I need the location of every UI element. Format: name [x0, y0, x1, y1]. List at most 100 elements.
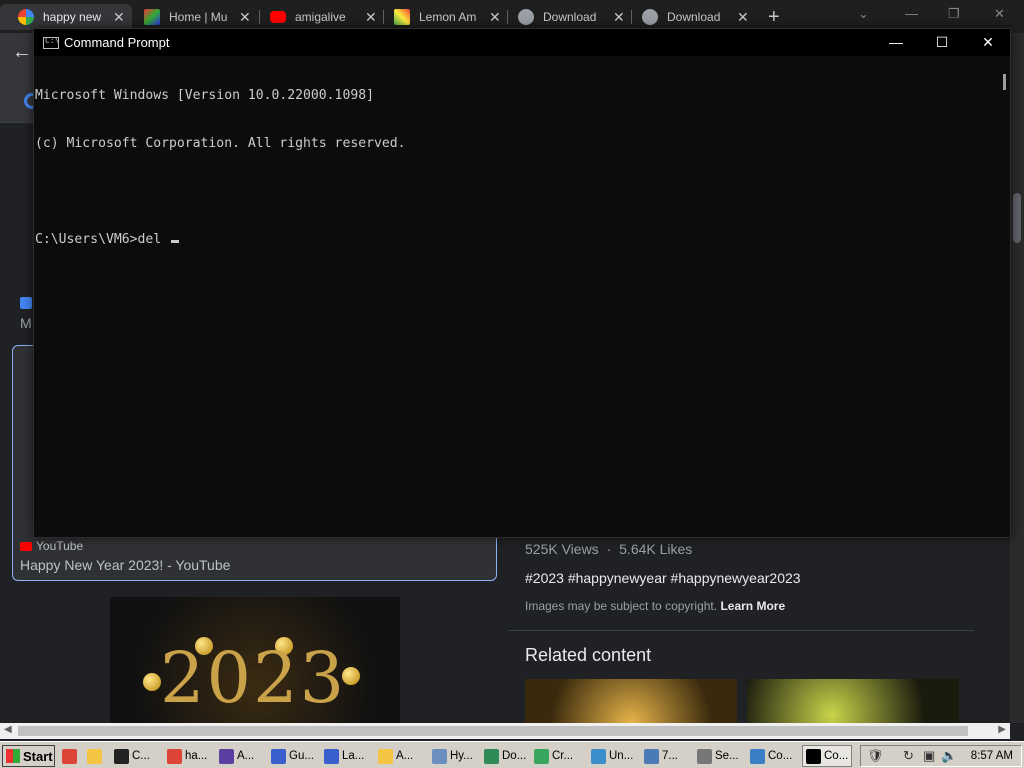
refresh-icon[interactable]: ↻	[903, 748, 914, 764]
cmd-icon-text: C:\	[45, 35, 60, 45]
taskbar-item[interactable]: La...	[324, 745, 364, 767]
close-button[interactable]: ✕	[965, 29, 1011, 56]
start-button[interactable]: Start	[2, 745, 55, 767]
system-tray: 🛡 ↻ ▣ 🔈 8:57 AM	[860, 745, 1022, 767]
views-count: 525K Views	[525, 541, 599, 557]
taskbar-item-label: C...	[132, 750, 150, 762]
console-output[interactable]: Microsoft Windows [Version 10.0.22000.10…	[34, 56, 1000, 537]
security-shield-icon[interactable]: 🛡	[867, 748, 884, 764]
tab-lemon[interactable]: Lemon Am ✕	[376, 4, 506, 30]
taskbar-item[interactable]: Un...	[591, 745, 633, 767]
site-favicon-icon	[20, 297, 32, 309]
taskbar-item[interactable]: Gu...	[271, 745, 314, 767]
minimize-icon[interactable]: —	[905, 6, 918, 21]
result-source[interactable]: YouTube	[20, 539, 83, 553]
download-icon	[484, 748, 499, 764]
taskbar-item-label: ha...	[185, 750, 208, 762]
cmd-title-bar[interactable]: C:\ Command Prompt — ☐ ✕	[34, 29, 1010, 56]
taskbar-item[interactable]: C...	[114, 745, 150, 767]
globe-icon	[518, 9, 534, 25]
scroll-left-icon[interactable]: ◀	[4, 724, 12, 735]
close-tab-icon[interactable]: ✕	[113, 9, 125, 26]
scroll-right-icon[interactable]: ▶	[998, 724, 1006, 735]
taskbar-item-label: La...	[342, 750, 365, 762]
console-line: (c) Microsoft Corporation. All rights re…	[35, 136, 406, 151]
taskbar-item[interactable]	[87, 745, 105, 767]
taskbar-item-label: Se...	[715, 750, 739, 762]
scrollbar-thumb[interactable]	[1013, 193, 1021, 243]
new-tab-button[interactable]: +	[768, 6, 780, 29]
horizontal-scrollbar[interactable]: ◀ ▶	[0, 723, 1010, 739]
learn-more-link[interactable]: Learn More	[720, 599, 785, 613]
tab-home[interactable]: Home | Mu ✕	[126, 4, 256, 30]
cmd-scrollbar-thumb[interactable]	[1003, 74, 1006, 90]
taskbar-item[interactable]: ha...	[167, 745, 207, 767]
close-tab-icon[interactable]: ✕	[613, 9, 625, 26]
taskbar-item-label: A...	[237, 750, 255, 762]
doc-icon	[432, 748, 447, 764]
tab-happy-new[interactable]: happy new ✕	[0, 4, 132, 30]
taskbar-item-label: Do...	[502, 750, 527, 762]
close-tab-icon[interactable]: ✕	[365, 9, 377, 26]
tab-download-1[interactable]: Download ✕	[500, 4, 630, 30]
tab-label: Download	[543, 10, 597, 24]
command-prompt-window[interactable]: C:\ Command Prompt — ☐ ✕ Microsoft Windo…	[33, 28, 1011, 538]
side-result-label: M	[20, 315, 32, 331]
taskbar-item-label: Gu...	[289, 750, 314, 762]
maximize-button[interactable]: ☐	[919, 29, 965, 56]
taskbar-item[interactable]: Co...	[750, 745, 792, 767]
copyright-text: Images may be subject to copyright.	[525, 599, 718, 613]
taskbar-item[interactable]: Se...	[697, 745, 739, 767]
taskbar-item[interactable]: 7...	[644, 745, 678, 767]
likes-count: 5.64K Likes	[619, 541, 693, 557]
taskbar-item[interactable]	[62, 745, 80, 767]
site-icon	[144, 9, 160, 25]
notepad-icon	[271, 748, 286, 764]
year-text: 2023	[160, 637, 347, 719]
tab-label: amigalive	[295, 10, 346, 24]
7zip-icon	[114, 748, 129, 764]
tab-label: happy new	[43, 10, 102, 24]
tab-search-icon[interactable]: ⌄	[858, 6, 869, 22]
close-tab-icon[interactable]: ✕	[737, 9, 749, 26]
taskbar-item-label: A...	[396, 750, 414, 762]
close-tab-icon[interactable]: ✕	[489, 9, 501, 26]
network-icon[interactable]: ▣	[923, 748, 935, 764]
globe-icon	[642, 9, 658, 25]
taskbar-item[interactable]: A...	[219, 745, 254, 767]
taskbar-item[interactable]: Cr...	[534, 745, 573, 767]
related-thumbnail-1[interactable]	[525, 679, 737, 724]
taskbar-item[interactable]: A...	[378, 745, 413, 767]
google-icon	[18, 9, 34, 25]
minimize-button[interactable]: —	[873, 29, 919, 56]
taskbar-item[interactable]: Hy...	[432, 745, 473, 767]
close-icon[interactable]: ✕	[994, 6, 1005, 22]
youtube-icon	[20, 541, 32, 551]
close-tab-icon[interactable]: ✕	[239, 9, 251, 26]
computer-icon	[644, 748, 659, 764]
result-title[interactable]: Happy New Year 2023! - YouTube	[20, 557, 230, 573]
cmd-scrollbar[interactable]	[1000, 56, 1010, 537]
back-arrow-icon[interactable]: ←	[12, 41, 32, 64]
tab-amigalive[interactable]: amigalive ✕	[252, 4, 382, 30]
taskbar-item-label: Co...	[768, 750, 793, 762]
chrome-icon	[167, 748, 182, 764]
hashtags[interactable]: #2023 #happynewyear #happynewyear2023	[525, 570, 801, 586]
start-label: Start	[23, 748, 53, 764]
restore-icon[interactable]: ❐	[948, 6, 960, 22]
page-scrollbar[interactable]	[1010, 33, 1024, 723]
tab-download-2[interactable]: Download ✕	[624, 4, 754, 30]
taskbar-item[interactable]: Co...	[802, 745, 853, 767]
youtube-icon	[270, 11, 286, 23]
clock[interactable]: 8:57 AM	[971, 750, 1013, 762]
taskbar-item[interactable]: Do...	[484, 745, 526, 767]
volume-icon[interactable]: 🔈	[941, 748, 957, 764]
console-line: Microsoft Windows [Version 10.0.22000.10…	[35, 88, 374, 103]
text-cursor	[171, 240, 180, 243]
result-source-label: YouTube	[36, 539, 84, 553]
tab-label: Lemon Am	[419, 10, 477, 24]
thumbnail-image[interactable]: 2023	[110, 597, 400, 723]
related-thumbnail-2[interactable]	[747, 679, 959, 724]
horizontal-scrollbar-thumb[interactable]	[18, 726, 968, 736]
